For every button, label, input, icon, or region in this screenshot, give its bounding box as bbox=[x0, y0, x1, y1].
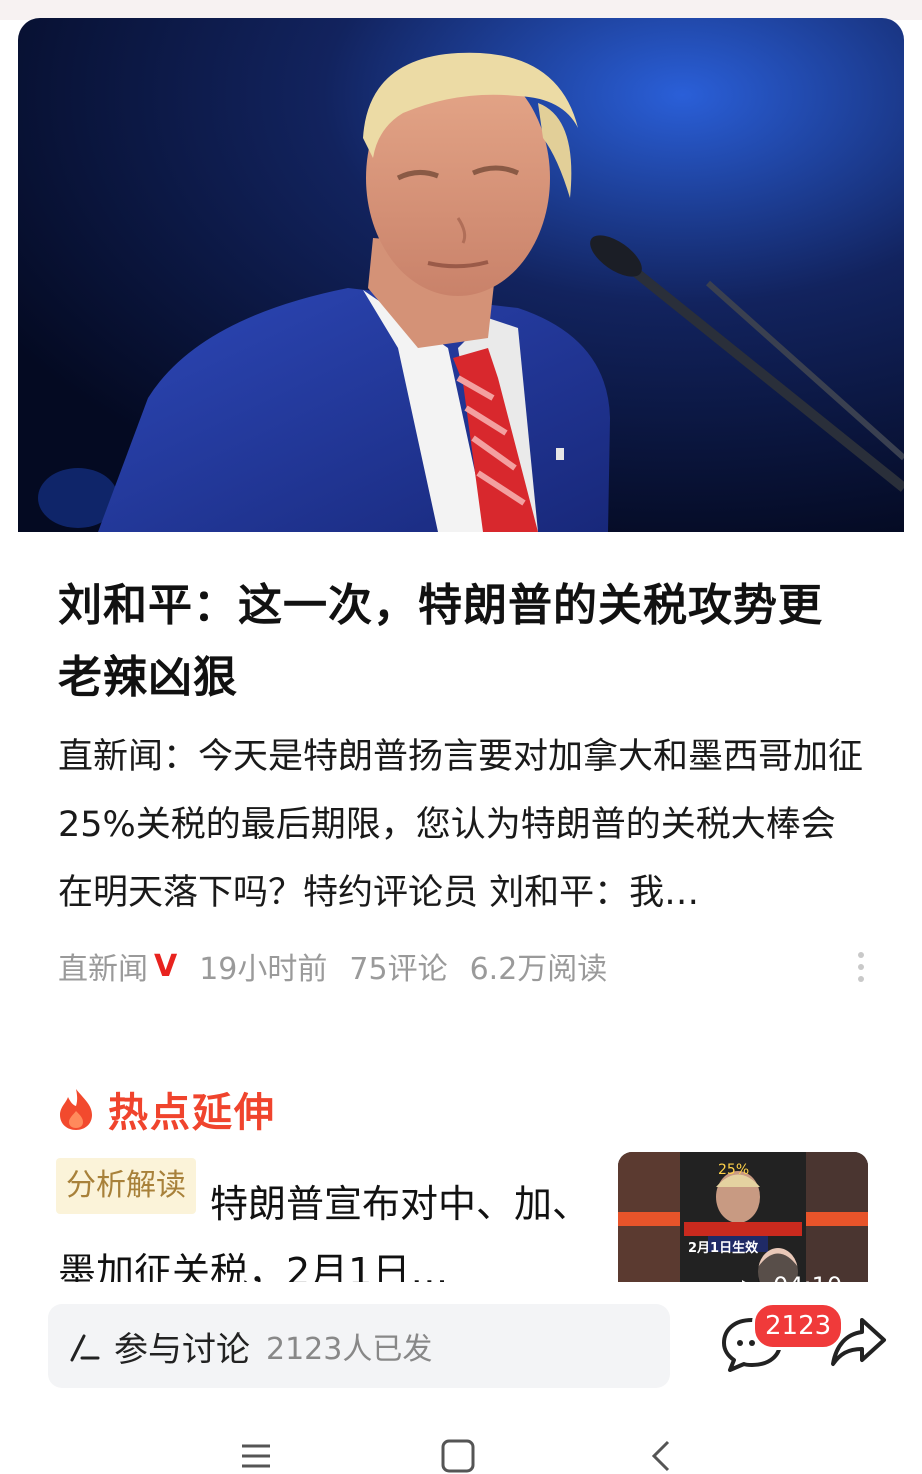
more-dots-icon[interactable] bbox=[854, 948, 868, 988]
source-name[interactable]: 直新闻 bbox=[58, 944, 148, 988]
home-icon[interactable] bbox=[440, 1438, 476, 1474]
verified-badge-icon: V bbox=[154, 948, 178, 984]
hot-extension-title: 热点延伸 bbox=[108, 1090, 276, 1136]
back-icon[interactable] bbox=[644, 1438, 680, 1474]
article-meta: 直新闻 V 19小时前 75评论 6.2万阅读 bbox=[58, 944, 629, 988]
article-title[interactable]: 刘和平：这一次，特朗普的关税攻势更老辣凶狠 bbox=[58, 570, 858, 714]
thumb-number: 25% bbox=[718, 1162, 749, 1178]
status-strip bbox=[0, 0, 922, 20]
menu-icon[interactable] bbox=[238, 1438, 274, 1474]
fire-icon bbox=[60, 1089, 92, 1130]
share-icon bbox=[831, 1318, 886, 1366]
comment-count[interactable]: 75评论 bbox=[349, 944, 447, 988]
share-button[interactable] bbox=[828, 1312, 888, 1372]
discussion-input[interactable]: 参与讨论 2123人已发 bbox=[48, 1304, 670, 1388]
publish-time: 19小时前 bbox=[199, 952, 328, 987]
discussion-label: 参与讨论 bbox=[114, 1329, 250, 1370]
system-navigation-bar bbox=[0, 1412, 922, 1474]
read-count: 6.2万阅读 bbox=[469, 952, 608, 987]
discussion-count: 2123人已发 bbox=[266, 1332, 433, 1367]
article-card[interactable]: 刘和平：这一次，特朗普的关税攻势更老辣凶狠 直新闻：今天是特朗普扬言要对加拿大和… bbox=[18, 18, 904, 1308]
hot-extension-header: 热点延伸 bbox=[58, 1080, 276, 1138]
thumb-caption: 2月1日生效 bbox=[688, 1240, 759, 1256]
pen-icon bbox=[70, 1334, 100, 1362]
article-hero-image[interactable] bbox=[18, 18, 904, 532]
article-summary[interactable]: 直新闻：今天是特朗普扬言要对加拿大和墨西哥加征25%关税的最后期限，您认为特朗普… bbox=[58, 723, 868, 927]
